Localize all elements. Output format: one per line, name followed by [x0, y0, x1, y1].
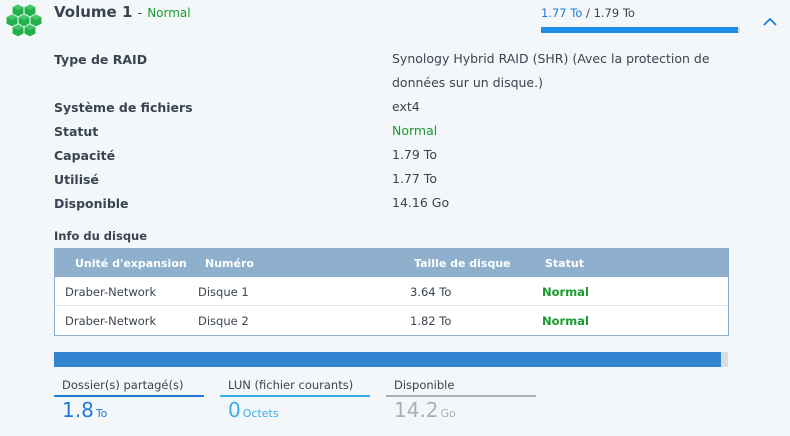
cell-unit: Draber-Network [65, 314, 157, 328]
stat-underline [220, 395, 370, 397]
prop-value: 1.77 To [392, 171, 437, 186]
cell-unit: Draber-Network [65, 285, 157, 299]
usage-separator: / [586, 6, 590, 20]
prop-value: Synology Hybrid RAID (SHR) (Avec la prot… [392, 47, 732, 95]
cell-status: Normal [542, 285, 589, 299]
prop-label: Utilisé [54, 172, 99, 187]
cell-number: Disque 1 [198, 285, 249, 299]
volume-usage-text: 1.77 To / 1.79 To [541, 6, 635, 20]
allocation-bar [54, 352, 728, 367]
stat-label: Dossier(s) partagé(s) [62, 378, 184, 392]
prop-label: Système de fichiers [54, 100, 193, 115]
table-row[interactable]: Draber-Network Disque 1 3.64 To Normal [55, 277, 728, 306]
prop-value-line: Synology Hybrid RAID (SHR) (Avec la prot… [392, 51, 710, 66]
stat-underline [386, 395, 536, 397]
stat-number: 0 [228, 398, 241, 422]
cell-size: 1.82 To [410, 314, 452, 328]
stat-underline [54, 395, 204, 397]
stat-number: 14.2 [394, 398, 439, 422]
volume-title-separator: - [137, 6, 142, 20]
prop-label: Capacité [54, 148, 116, 163]
prop-value: 1.79 To [392, 147, 437, 162]
stat-label: Disponible [394, 378, 455, 392]
volume-status: Normal [147, 6, 191, 20]
prop-value: ext4 [392, 99, 420, 114]
stat-unit: Go [440, 407, 456, 420]
volume-usage-bar-fill [541, 27, 738, 33]
disk-info-table: Unité d'expansion Numéro Taille de disqu… [54, 248, 729, 336]
cell-number: Disque 2 [198, 314, 249, 328]
volume-cubes-icon [5, 3, 43, 38]
stat-shared-folders: Dossier(s) partagé(s) 1.8 To [54, 376, 204, 432]
prop-label: Type de RAID [54, 52, 148, 67]
stat-unit: To [95, 407, 108, 420]
column-header-status[interactable]: Statut [545, 257, 584, 270]
stat-number: 1.8 [62, 398, 94, 422]
column-header-size[interactable]: Taille de disque [414, 257, 511, 270]
stat-lun: LUN (fichier courants) 0 Octets [220, 376, 370, 432]
table-header: Unité d'expansion Numéro Taille de disqu… [55, 249, 728, 277]
stat-unit: Octets [242, 407, 279, 420]
allocation-bar-fill [54, 352, 722, 367]
collapse-button[interactable] [760, 12, 780, 32]
prop-label: Disponible [54, 196, 129, 211]
prop-value: Normal [392, 123, 438, 138]
column-header-unit[interactable]: Unité d'expansion [75, 257, 187, 270]
column-header-number[interactable]: Numéro [205, 257, 254, 270]
disk-info-heading: Info du disque [54, 229, 148, 243]
volume-title: Volume 1 - Normal [54, 3, 191, 21]
volume-usage-bar [541, 27, 740, 33]
stat-value: 0 Octets [228, 398, 279, 422]
stat-available: Disponible 14.2 Go [386, 376, 536, 432]
cell-status: Normal [542, 314, 589, 328]
stat-label: LUN (fichier courants) [228, 378, 354, 392]
chevron-up-icon [763, 17, 777, 26]
stat-value: 1.8 To [62, 398, 107, 422]
usage-used: 1.77 To [541, 6, 583, 20]
prop-value: 14.16 Go [392, 195, 450, 210]
volume-name: Volume 1 [54, 3, 133, 21]
usage-total: 1.79 To [593, 6, 635, 20]
stat-value: 14.2 Go [394, 398, 456, 422]
prop-label: Statut [54, 124, 99, 139]
table-row[interactable]: Draber-Network Disque 2 1.82 To Normal [55, 306, 728, 335]
cell-size: 3.64 To [410, 285, 452, 299]
prop-value-line: données sur un disque.) [392, 75, 543, 90]
